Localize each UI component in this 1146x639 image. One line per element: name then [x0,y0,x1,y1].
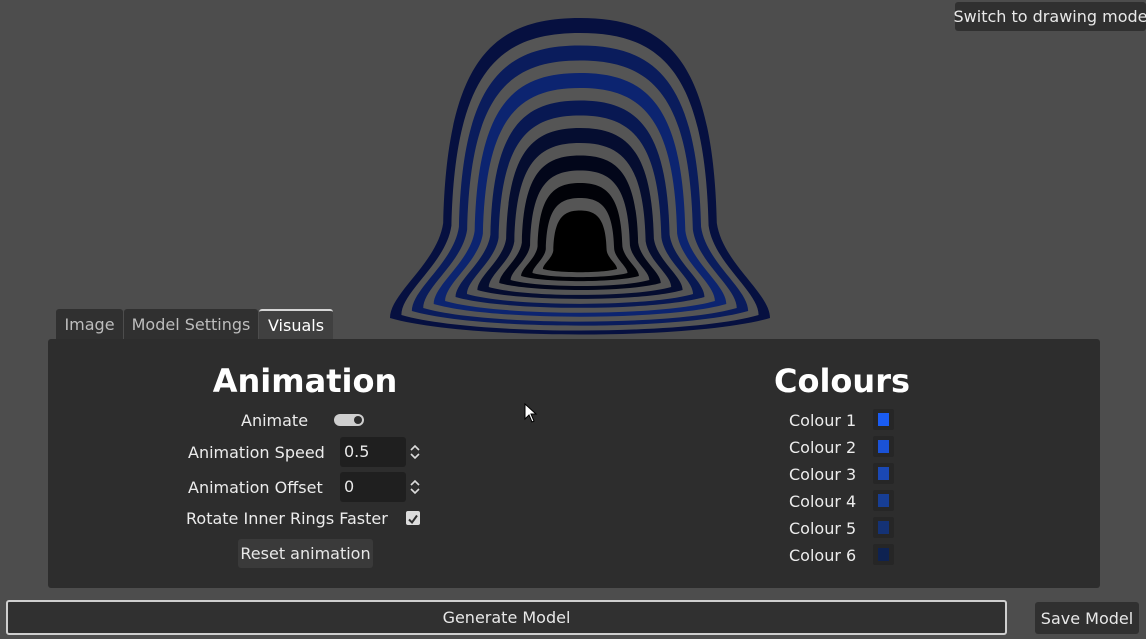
colour-3-picker[interactable] [873,463,894,484]
rotate-inner-rings-checkbox[interactable] [406,511,420,525]
tab-visuals[interactable]: Visuals [259,309,333,340]
offset-stepper-arrows-icon[interactable] [409,478,421,496]
colour-2-picker[interactable] [873,436,894,457]
bell-model-preview [390,18,770,335]
colour-1-picker[interactable] [873,409,894,430]
colour-1-label: Colour 1 [789,411,857,430]
animate-toggle[interactable] [334,414,364,426]
colour-1-swatch [878,413,889,426]
colour-5-label: Colour 5 [789,519,857,538]
toggle-knob [354,416,362,424]
animation-speed-spinbox[interactable] [340,437,406,467]
colour-5-picker[interactable] [873,517,894,538]
colour-4-swatch [878,494,889,507]
colour-4-picker[interactable] [873,490,894,511]
colour-3-swatch [878,467,889,480]
animate-label: Animate [241,411,309,430]
animation-speed-label: Animation Speed [188,443,325,462]
colour-6-label: Colour 6 [789,546,857,565]
animation-heading: Animation [212,362,398,400]
animation-speed-input[interactable] [340,437,406,465]
generate-model-button[interactable]: Generate Model [6,600,1007,635]
tab-image[interactable]: Image [56,309,123,340]
colour-2-swatch [878,440,889,453]
colour-5-swatch [878,521,889,534]
checkmark-icon [408,514,418,525]
colour-3-label: Colour 3 [789,465,857,484]
animation-offset-spinbox[interactable] [340,472,406,502]
animation-offset-label: Animation Offset [188,478,323,497]
switch-to-drawing-mode-button[interactable]: Switch to drawing mode [954,2,1146,31]
mouse-cursor-icon [524,403,538,423]
colour-6-picker[interactable] [873,544,894,565]
save-model-button[interactable]: Save Model [1035,602,1139,634]
colours-heading: Colours [773,362,911,400]
colour-2-label: Colour 2 [789,438,857,457]
speed-stepper-arrows-icon[interactable] [409,443,421,461]
reset-animation-button[interactable]: Reset animation [238,539,373,568]
colour-4-label: Colour 4 [789,492,857,511]
tab-model-settings[interactable]: Model Settings [124,309,258,340]
colour-6-swatch [878,548,889,561]
animation-offset-input[interactable] [340,472,406,500]
rotate-inner-rings-label: Rotate Inner Rings Faster [186,509,388,528]
